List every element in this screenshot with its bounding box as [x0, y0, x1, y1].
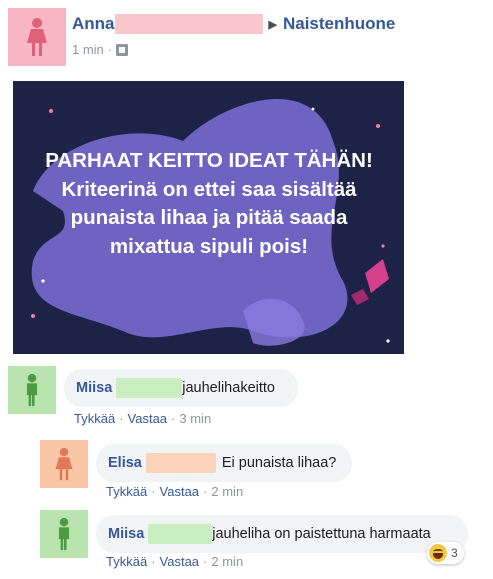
reply-link[interactable]: Vastaa	[128, 411, 168, 426]
comment-text: jauhelihakeitto	[182, 380, 275, 396]
author-name[interactable]: Anna	[72, 14, 115, 34]
commenter-avatar[interactable]	[40, 440, 88, 488]
comment-time[interactable]: 2 min	[211, 554, 243, 569]
commenter-avatar[interactable]	[8, 366, 56, 414]
comment-reply: Miisa jauheliha on paistettuna harmaata …	[40, 510, 488, 576]
comment-time[interactable]: 3 min	[179, 411, 211, 426]
comment-bubble: Miisa jauheliha on paistettuna harmaata	[96, 515, 468, 553]
caret-right-icon: ▶	[268, 18, 277, 31]
like-link[interactable]: Tykkää	[106, 484, 147, 499]
comment-actions: Tykkää · Vastaa · 3 min	[74, 411, 212, 426]
comment-reply: Elisa Ei punaista lihaa? Tykkää · Vastaa · 2…	[40, 440, 488, 504]
redacted-name	[148, 524, 213, 544]
commenter-name[interactable]: Elisa	[108, 455, 142, 471]
person-icon	[58, 517, 70, 551]
group-name[interactable]: Naistenhuone	[283, 14, 395, 34]
comment-time[interactable]: 2 min	[211, 484, 243, 499]
comment-bubble: Miisa jauhelihakeitto	[64, 369, 298, 407]
post-time[interactable]: 1 min	[72, 42, 104, 57]
commenter-avatar[interactable]	[40, 510, 88, 558]
person-icon	[55, 447, 73, 481]
comment-actions: Tykkää · Vastaa · 2 min	[106, 484, 244, 499]
reply-link[interactable]: Vastaa	[160, 484, 200, 499]
reply-link[interactable]: Vastaa	[160, 554, 200, 569]
redacted-name	[145, 453, 216, 473]
like-link[interactable]: Tykkää	[74, 411, 115, 426]
post-image[interactable]: PARHAAT KEITTO IDEAT TÄHÄN! Kriteerinä o…	[13, 81, 404, 354]
meta-separator: ·	[107, 42, 113, 57]
redacted-name	[116, 378, 183, 398]
author-avatar[interactable]	[8, 8, 66, 66]
comment-actions: Tykkää · Vastaa · 2 min	[106, 554, 244, 569]
commenter-name[interactable]: Miisa	[108, 526, 144, 542]
person-icon	[26, 373, 38, 407]
comment: Miisa jauhelihakeitto Tykkää · Vastaa · 3 mi…	[8, 366, 488, 430]
poster-line: Anna ▶ Naistenhuone	[72, 14, 395, 34]
comment-text: Ei punaista lihaa?	[221, 455, 337, 471]
reaction-summary[interactable]: 3	[427, 542, 464, 564]
redacted-name	[114, 14, 263, 34]
reaction-count: 3	[451, 546, 458, 560]
like-link[interactable]: Tykkää	[106, 554, 147, 569]
post-header: Anna ▶ Naistenhuone 1 min ·	[8, 8, 486, 68]
commenter-name[interactable]: Miisa	[76, 380, 112, 396]
comment-text: jauheliha on paistettuna harmaata	[212, 526, 431, 542]
post-meta: 1 min ·	[72, 42, 129, 57]
person-icon	[27, 18, 47, 56]
globe-privacy-icon[interactable]	[116, 43, 129, 56]
comment-bubble: Elisa Ei punaista lihaa?	[96, 444, 352, 482]
haha-reaction-icon	[429, 544, 447, 562]
image-caption: PARHAAT KEITTO IDEAT TÄHÄN! Kriteerinä o…	[45, 149, 373, 258]
